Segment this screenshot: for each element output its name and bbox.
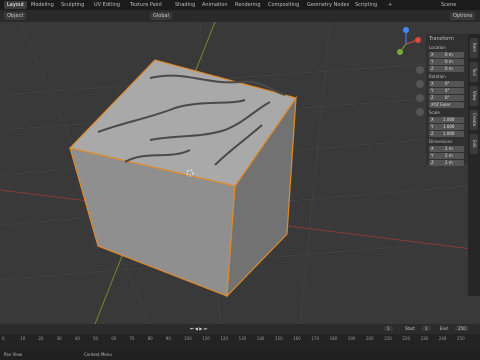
workspace-tab[interactable]: Animation (199, 1, 231, 9)
3d-viewport[interactable] (0, 22, 480, 324)
timeline-tick: 110 (202, 336, 210, 341)
workspace-tab[interactable]: UV Editing (91, 1, 123, 9)
status-mid: Context Menu (84, 352, 112, 357)
timeline-controls: ⏮ ◀ ▶ ⏭ 1 Start 1 End 250 (0, 324, 480, 334)
timeline-tick: 10 (20, 336, 26, 341)
status-bar: Pan View Context Menu (0, 350, 480, 360)
workspace-tab[interactable]: Geometry Nodes (304, 1, 352, 9)
end-label: End (440, 326, 448, 331)
timeline-tick: 220 (402, 336, 411, 341)
sidebar-tabs: Item Tool View Create Edit (468, 34, 480, 296)
sidebar-tab[interactable]: View (470, 86, 478, 106)
timeline-tick: 20 (38, 336, 44, 341)
status-left: Pan View (4, 352, 22, 357)
timeline-tick: 40 (74, 336, 80, 341)
viewport-tools (416, 66, 424, 116)
workspace-tab[interactable]: Compositing (265, 1, 302, 9)
sidebar-tab[interactable]: Item (470, 38, 478, 58)
timeline-tick: 170 (311, 336, 320, 341)
rotation-x-field[interactable]: X 0° (429, 81, 464, 87)
workspace-tab[interactable]: Rendering (232, 1, 264, 9)
location-label: Location (429, 45, 446, 50)
workspace-tab[interactable]: Texture Paint (127, 1, 165, 9)
workspace-bar: Layout Modeling Sculpting UV Editing Texture… (0, 0, 480, 10)
end-frame-field[interactable]: 250 (455, 326, 469, 331)
timeline-tick: 210 (384, 336, 392, 341)
sidebar-tab[interactable]: Edit (470, 134, 478, 154)
location-z-field[interactable]: Z0 m (429, 66, 464, 72)
timeline-tick: 140 (256, 336, 265, 341)
transform-orientation-dropdown[interactable]: Global (150, 12, 172, 20)
sidebar-tab[interactable]: Create (470, 110, 478, 130)
viewport-header: Object Global Options (0, 10, 480, 22)
timeline-tick: 240 (438, 336, 447, 341)
scale-z-field[interactable]: Z 1.000 (429, 131, 464, 137)
current-frame-field[interactable]: 1 (384, 326, 393, 331)
workspace-tab[interactable]: Shading (172, 1, 198, 9)
options-dropdown[interactable]: Options (450, 12, 476, 20)
object-mode-dropdown[interactable]: Object (4, 12, 27, 20)
dimensions-label: Dimensions (429, 139, 453, 144)
sidebar-tab[interactable]: Tool (470, 62, 478, 82)
rotation-y-field[interactable]: Y 0° (429, 88, 464, 94)
timeline-tick: 70 (129, 336, 135, 341)
timeline-tick: 130 (238, 336, 247, 341)
start-label: Start (405, 326, 415, 331)
timeline-tick: 100 (184, 336, 192, 341)
playback-controls[interactable]: ⏮ ◀ ▶ ⏭ (190, 326, 207, 331)
timeline-tick: 80 (147, 336, 153, 341)
location-x-field[interactable]: X0 m (429, 52, 464, 58)
timeline-tick: 50 (93, 336, 99, 341)
scene-render (0, 22, 480, 324)
timeline-tick: 90 (165, 336, 171, 341)
start-frame-field[interactable]: 1 (422, 326, 431, 331)
navigation-gizmo (397, 27, 421, 55)
timeline-tick: 0 (2, 336, 5, 341)
timeline-tick: 190 (347, 336, 356, 341)
rotation-z-field[interactable]: Z 0° (429, 95, 464, 101)
timeline-tick: 60 (111, 336, 117, 341)
rotation-label: Rotation (429, 74, 446, 79)
workspace-tab[interactable]: Scripting (352, 1, 380, 9)
dimensions-x-field[interactable]: X2 m (429, 146, 464, 152)
transform-panel: Transform Location X0 m Y0 m Z0 m Rotati… (426, 34, 468, 166)
workspace-tab[interactable]: + (385, 1, 395, 9)
dimensions-y-field[interactable]: Y2 m (429, 153, 464, 159)
scale-label: Scale (429, 110, 440, 115)
rotation-mode-dropdown[interactable]: XYZ Euler (429, 102, 464, 108)
timeline-tick: 160 (293, 336, 301, 341)
timeline-tick: 30 (56, 336, 62, 341)
workspace-tab[interactable]: Modeling (28, 1, 57, 9)
timeline-tick: 150 (275, 336, 283, 341)
location-y-field[interactable]: Y0 m (429, 59, 464, 65)
workspace-tab[interactable]: Sculpting (58, 1, 87, 9)
timeline-tick: 250 (457, 336, 465, 341)
panel-title: Transform (429, 36, 454, 42)
workspace-tab[interactable]: Layout (4, 1, 27, 9)
timeline-tick: 120 (220, 336, 229, 341)
scene-selector[interactable]: Scene (438, 1, 459, 9)
timeline-tick: 180 (329, 336, 338, 341)
scale-y-field[interactable]: Y 1.000 (429, 124, 464, 130)
timeline-tick: 200 (366, 336, 374, 341)
scale-x-field[interactable]: X 1.000 (429, 117, 464, 123)
dimensions-z-field[interactable]: Z2 m (429, 160, 464, 166)
timeline-tick: 230 (420, 336, 429, 341)
